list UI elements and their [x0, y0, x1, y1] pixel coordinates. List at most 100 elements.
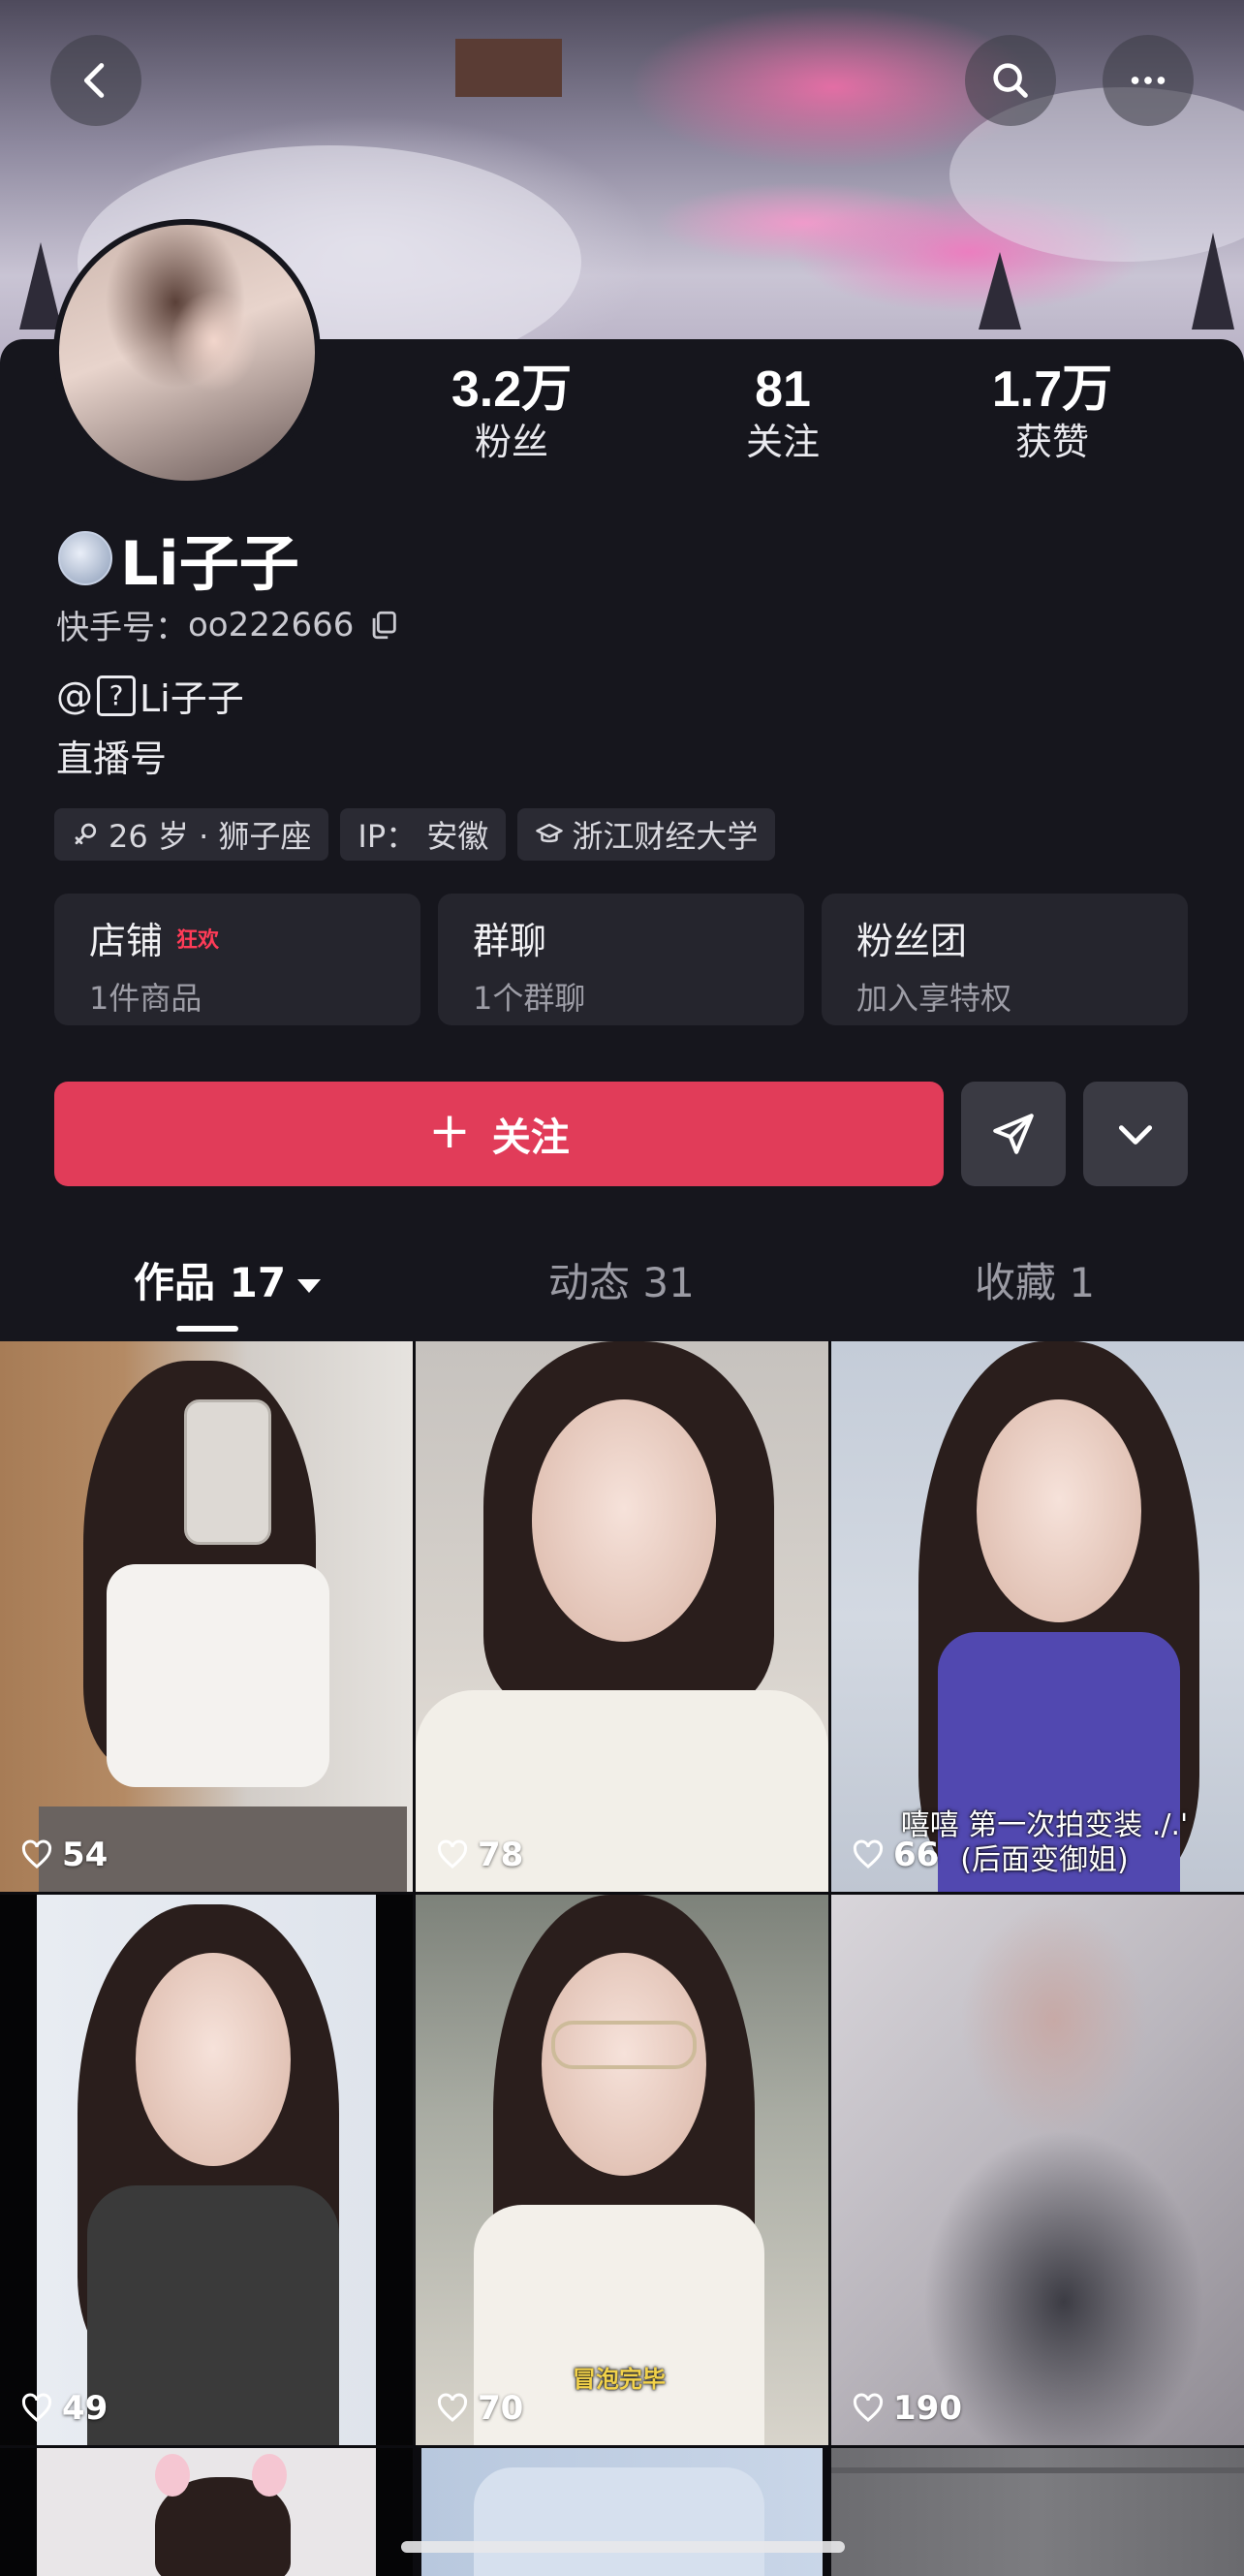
tab-works[interactable]: 作品 17 [134, 1250, 322, 1309]
tab-label: 动态 31 [548, 1259, 695, 1306]
like-count-value: 78 [478, 1836, 524, 1874]
tag-text: 浙江财经大学 [572, 818, 759, 855]
like-count-value: 70 [478, 2389, 524, 2428]
video-grid: 54 78 嘻嘻 第一次拍变装 ./.' (后面变御姐) 66 49 冒泡完毕 … [0, 1341, 1244, 2576]
like-count: 66 [851, 1836, 939, 1874]
follow-label: 关注 [491, 1115, 570, 1160]
stat-label: 获赞 [1014, 421, 1089, 463]
card-title: 店铺 [89, 920, 164, 962]
fan-club-card[interactable]: 粉丝团 加入享特权 [822, 894, 1188, 1025]
thumb-glasses [551, 2021, 697, 2069]
copy-icon[interactable] [367, 609, 400, 642]
stat-following[interactable]: 81 关注 [676, 361, 889, 465]
thumb-face [532, 1399, 716, 1642]
search-icon [993, 63, 1028, 98]
tag-ip: IP： 安徽 [340, 808, 507, 861]
card-subtitle: 加入享特权 [856, 980, 1012, 1017]
badge-icon [58, 531, 112, 585]
tab-favorites[interactable]: 收藏 1 [975, 1250, 1095, 1309]
plus-icon: + [428, 1102, 471, 1160]
profile-cards: 店铺 狂欢 1件商品 群聊 1个群聊 粉丝团 加入享特权 [54, 894, 1188, 1025]
video-tile[interactable]: 冒泡完毕 70 [416, 1895, 828, 2445]
expand-button[interactable] [1083, 1082, 1188, 1186]
search-button[interactable] [965, 35, 1056, 126]
chevron-down-icon [1118, 1125, 1153, 1145]
card-title: 群聊 [473, 920, 547, 962]
heart-icon [437, 2393, 468, 2422]
emoji-placeholder-icon: ? [97, 675, 136, 716]
card-title: 粉丝团 [856, 920, 968, 962]
cover-tree [19, 242, 62, 330]
shop-card[interactable]: 店铺 狂欢 1件商品 [54, 894, 420, 1025]
avatar[interactable] [53, 219, 321, 487]
thumb-shirt [107, 1564, 329, 1787]
graduation-cap-icon [536, 823, 564, 843]
bio-line: 直播号 [56, 738, 168, 780]
caret-down-icon [297, 1278, 322, 1293]
gender-female-icon [75, 823, 97, 845]
profile-name-row: Li子子 [58, 519, 299, 599]
tag-text: 26 岁 · 狮子座 [109, 818, 312, 855]
like-count: 78 [435, 1836, 523, 1874]
bio-mention[interactable]: @ ? Li子子 [56, 669, 244, 722]
profile-name: Li子子 [120, 528, 299, 599]
heart-icon [21, 2393, 52, 2422]
video-caption: 冒泡完毕 [573, 2366, 666, 2393]
like-count-value: 54 [62, 1836, 109, 1874]
share-button[interactable] [961, 1082, 1066, 1186]
send-icon [993, 1114, 1034, 1154]
profile-id-label: 快手号： [56, 609, 188, 647]
video-tile[interactable] [831, 2448, 1244, 2576]
tag-age: 26 岁 · 狮子座 [54, 808, 329, 861]
stat-likes[interactable]: 1.7万 获赞 [946, 361, 1159, 465]
thumb-shape [831, 2467, 1244, 2473]
home-indicator[interactable] [401, 2541, 845, 2553]
stat-value: 1.7万 [991, 361, 1113, 418]
video-tile[interactable] [416, 2448, 828, 2576]
heart-icon [853, 1839, 884, 1869]
card-subtitle: 1个群聊 [473, 980, 586, 1017]
stat-followers[interactable]: 3.2万 粉丝 [405, 361, 618, 465]
stat-value: 3.2万 [451, 361, 573, 418]
like-count: 70 [435, 2389, 523, 2428]
profile-tags: 26 岁 · 狮子座 IP： 安徽 浙江财经大学 [54, 808, 776, 861]
cover-house [455, 39, 562, 97]
tab-underline [176, 1326, 238, 1332]
card-subtitle: 1件商品 [89, 980, 202, 1017]
thumb-shape [474, 2467, 764, 2576]
like-count-value: 66 [893, 1836, 940, 1874]
like-count: 49 [19, 2389, 108, 2428]
tag-text: IP： 安徽 [358, 818, 489, 855]
card-hot-badge: 狂欢 [176, 927, 220, 953]
stat-label: 粉丝 [474, 421, 548, 463]
more-dots-icon [1131, 77, 1166, 84]
tab-moments[interactable]: 动态 31 [548, 1250, 695, 1309]
more-button[interactable] [1103, 35, 1194, 126]
thumb-face [136, 1953, 291, 2166]
like-count: 190 [851, 2389, 962, 2428]
stat-value: 81 [755, 361, 811, 418]
cover-tree [1192, 233, 1234, 330]
cover-tree [979, 252, 1021, 330]
video-tile[interactable] [0, 2448, 413, 2576]
video-tile[interactable]: 78 [416, 1341, 828, 1892]
stat-label: 关注 [745, 421, 820, 463]
follow-button[interactable]: + 关注 [54, 1082, 944, 1186]
heart-icon [437, 1839, 468, 1869]
like-count-value: 49 [62, 2389, 109, 2428]
tag-school: 浙江财经大学 [517, 808, 776, 861]
profile-id-value: oo222666 [188, 605, 355, 644]
video-tile[interactable]: 54 [0, 1341, 413, 1892]
heart-icon [21, 1839, 52, 1869]
video-tile[interactable]: 190 [831, 1895, 1244, 2445]
back-arrow-icon [83, 63, 105, 98]
content-tabs: 作品 17 动态 31 收藏 1 [0, 1231, 1244, 1339]
back-button[interactable] [50, 35, 141, 126]
thumb-phone [184, 1399, 271, 1545]
profile-id: 快手号： oo222666 [56, 601, 400, 648]
video-tile[interactable]: 嘻嘻 第一次拍变装 ./.' (后面变御姐) 66 [831, 1341, 1244, 1892]
group-chat-card[interactable]: 群聊 1个群聊 [438, 894, 804, 1025]
bio-mention-name: Li子子 [140, 677, 244, 720]
video-tile[interactable]: 49 [0, 1895, 413, 2445]
like-count-value: 190 [893, 2389, 962, 2428]
